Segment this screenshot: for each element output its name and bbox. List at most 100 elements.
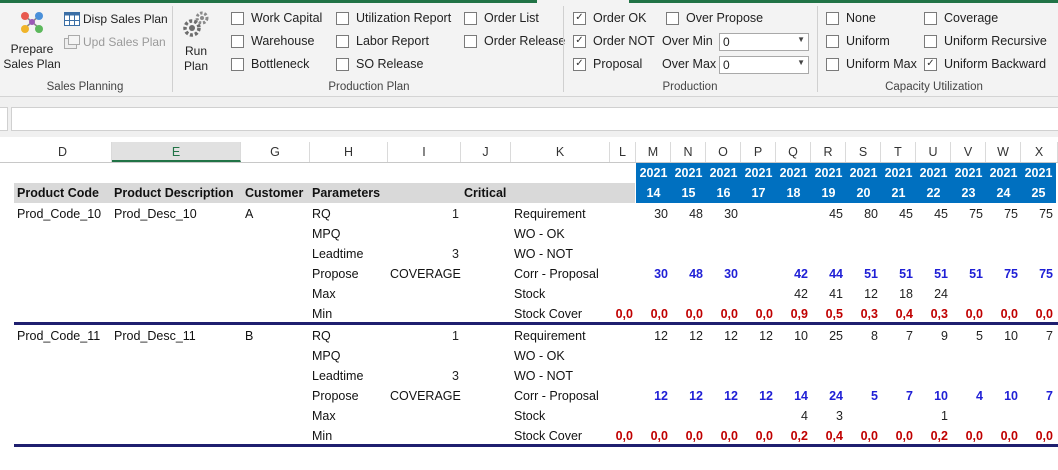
formula-input[interactable] — [11, 107, 1058, 131]
measure-value-cell: 10 — [794, 329, 808, 343]
checkbox-none[interactable]: None — [826, 9, 876, 27]
column-header-d[interactable]: D — [14, 142, 112, 162]
checkbox-label: Uniform Backward — [944, 57, 1047, 71]
checkbox-over-propose[interactable]: Over Propose — [666, 9, 763, 27]
parameter-value-cell: COVERAGE — [390, 389, 461, 403]
measure-value-cell: 7 — [1046, 389, 1053, 403]
checkbox-label: Over Propose — [686, 11, 764, 25]
checkbox-utilization-report[interactable]: Utilization Report — [336, 9, 451, 27]
measure-value-cell: 25 — [829, 329, 843, 343]
column-header-g[interactable]: G — [241, 142, 310, 162]
prepare-sales-plan-button[interactable]: Prepare Sales Plan — [2, 8, 62, 72]
product-code-cell: Prod_Code_10 — [17, 207, 102, 221]
measure-value-cell: 12 — [724, 329, 738, 343]
group-label-production: Production — [662, 81, 718, 93]
column-header-l[interactable]: L — [610, 142, 636, 162]
checkbox-box — [924, 11, 937, 25]
column-header-u[interactable]: U — [916, 142, 951, 162]
measure-value-cell: 0,0 — [860, 429, 878, 443]
name-box[interactable] — [0, 107, 8, 131]
measure-value-cell: 41 — [829, 287, 843, 301]
checkbox-order-not[interactable]: ✓ Order NOT — [573, 32, 655, 50]
checkbox-order-list[interactable]: Order List — [464, 9, 539, 27]
over-min-combobox[interactable]: 0 ▼ — [719, 33, 809, 51]
measure-value-cell: 0,0 — [965, 307, 983, 321]
measure-value-cell: 0,0 — [1000, 429, 1018, 443]
column-header-w[interactable]: W — [986, 142, 1021, 162]
checkbox-label: Warehouse — [251, 34, 315, 48]
group-separator — [817, 6, 818, 92]
checkbox-bottleneck[interactable]: Bottleneck — [231, 55, 309, 73]
week-number-cell: 18 — [776, 183, 811, 203]
checkbox-proposal[interactable]: ✓ Proposal — [573, 55, 642, 73]
checkbox-box — [464, 34, 477, 48]
measure-value-cell: 80 — [864, 207, 878, 221]
dropdown-arrow-icon[interactable]: ▼ — [797, 35, 805, 44]
checkbox-so-release[interactable]: SO Release — [336, 55, 423, 73]
checkbox-uniform-backward[interactable]: ✓ Uniform Backward — [924, 55, 1046, 73]
measure-value-cell: 0,0 — [965, 429, 983, 443]
column-header-j[interactable]: J — [461, 142, 511, 162]
run-label-line2: Plan — [183, 59, 209, 73]
checkbox-labor-report[interactable]: Labor Report — [336, 32, 429, 50]
checkbox-label: SO Release — [356, 57, 424, 71]
checkbox-order-ok[interactable]: ✓ Order OK — [573, 9, 647, 27]
week-year-cell: 2021 — [951, 163, 986, 183]
measure-value-cell: 18 — [899, 287, 913, 301]
upd-sales-plan-button[interactable]: Upd Sales Plan — [64, 33, 166, 51]
week-number-cell: 22 — [916, 183, 951, 203]
checkbox-box — [231, 57, 244, 71]
measure-value-cell: 48 — [689, 207, 703, 221]
column-header-n[interactable]: N — [671, 142, 706, 162]
column-header-v[interactable]: V — [951, 142, 986, 162]
upd-sales-plan-label: Upd Sales Plan — [83, 35, 166, 49]
column-header-h[interactable]: H — [310, 142, 388, 162]
checkbox-uniform-recursive[interactable]: Uniform Recursive — [924, 32, 1047, 50]
column-header-x[interactable]: X — [1021, 142, 1058, 162]
checkbox-coverage[interactable]: Coverage — [924, 9, 998, 27]
measure-value-cell: 7 — [906, 389, 913, 403]
run-plan-button[interactable]: Run Plan — [178, 10, 214, 74]
column-header-i[interactable]: I — [388, 142, 461, 162]
measure-value-cell: 30 — [724, 267, 738, 281]
column-header-q[interactable]: Q — [776, 142, 811, 162]
disp-sales-plan-button[interactable]: Disp Sales Plan — [64, 10, 168, 28]
measure-value-cell: 0,0 — [650, 429, 668, 443]
measure-value-cell: 75 — [969, 207, 983, 221]
column-header-s[interactable]: S — [846, 142, 881, 162]
dropdown-arrow-icon[interactable]: ▼ — [797, 58, 805, 67]
measure-name-cell: Requirement — [514, 329, 586, 343]
checkbox-box — [666, 11, 679, 25]
measure-value-cell: 1 — [941, 409, 948, 423]
measure-value-cell: 30 — [724, 207, 738, 221]
header-critical: Critical — [464, 186, 507, 200]
column-header-o[interactable]: O — [706, 142, 741, 162]
column-header-m[interactable]: M — [636, 142, 671, 162]
measure-value-cell: 0,2 — [930, 429, 948, 443]
checkbox-box — [336, 11, 349, 25]
checkbox-order-release[interactable]: Order Release — [464, 32, 565, 50]
parameter-value-cell: 3 — [452, 369, 459, 383]
measure-value-cell: 0,3 — [930, 307, 948, 321]
over-max-combobox[interactable]: 0 ▼ — [719, 56, 809, 74]
column-header-k[interactable]: K — [511, 142, 610, 162]
measure-name-cell: Corr - Proposal — [514, 389, 599, 403]
checkbox-uniform-max[interactable]: Uniform Max — [826, 55, 917, 73]
checkbox-box — [336, 57, 349, 71]
column-header-r[interactable]: R — [811, 142, 846, 162]
over-min-value: 0 — [723, 35, 730, 49]
measure-value-cell: 51 — [969, 267, 983, 281]
week-number-cell: 20 — [846, 183, 881, 203]
week-number-cell: 25 — [1021, 183, 1056, 203]
disp-sales-plan-label: Disp Sales Plan — [83, 12, 168, 26]
checkbox-box-checked: ✓ — [573, 11, 586, 25]
checkbox-warehouse[interactable]: Warehouse — [231, 32, 314, 50]
checkbox-work-capital[interactable]: Work Capital — [231, 9, 322, 27]
column-header-e[interactable]: E — [112, 142, 241, 162]
column-header-p[interactable]: P — [741, 142, 776, 162]
measure-name-cell: Stock Cover — [514, 429, 583, 443]
update-icon — [64, 35, 80, 49]
checkbox-uniform[interactable]: Uniform — [826, 32, 890, 50]
measure-value-cell: 30 — [654, 267, 668, 281]
column-header-t[interactable]: T — [881, 142, 916, 162]
